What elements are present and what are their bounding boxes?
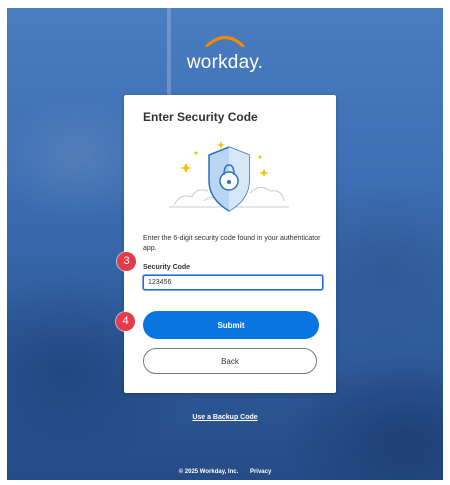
- page-title: Enter Security Code: [143, 110, 258, 124]
- back-button[interactable]: Back: [143, 348, 317, 374]
- workday-logo-arc-icon: [205, 36, 245, 47]
- security-code-input[interactable]: [143, 275, 323, 290]
- submit-button[interactable]: Submit: [143, 311, 319, 339]
- privacy-link[interactable]: Privacy: [250, 469, 271, 475]
- copyright-text: © 2025 Workday, Inc.: [178, 469, 239, 475]
- instruction-text: Enter the 6-digit security code found in…: [143, 235, 321, 252]
- step-badge-3: 3: [117, 252, 136, 271]
- footer: © 2025 Workday, Inc. Privacy: [0, 469, 450, 475]
- step-badge-4: 4: [116, 312, 135, 331]
- backup-code-link[interactable]: Use a Backup Code: [0, 414, 450, 421]
- workday-logo: workday.: [186, 52, 264, 73]
- security-code-card: Enter Security Code Enter the 6-digit se…: [124, 95, 336, 393]
- shield-lock-icon: [169, 141, 289, 212]
- security-code-label: Security Code: [143, 264, 191, 271]
